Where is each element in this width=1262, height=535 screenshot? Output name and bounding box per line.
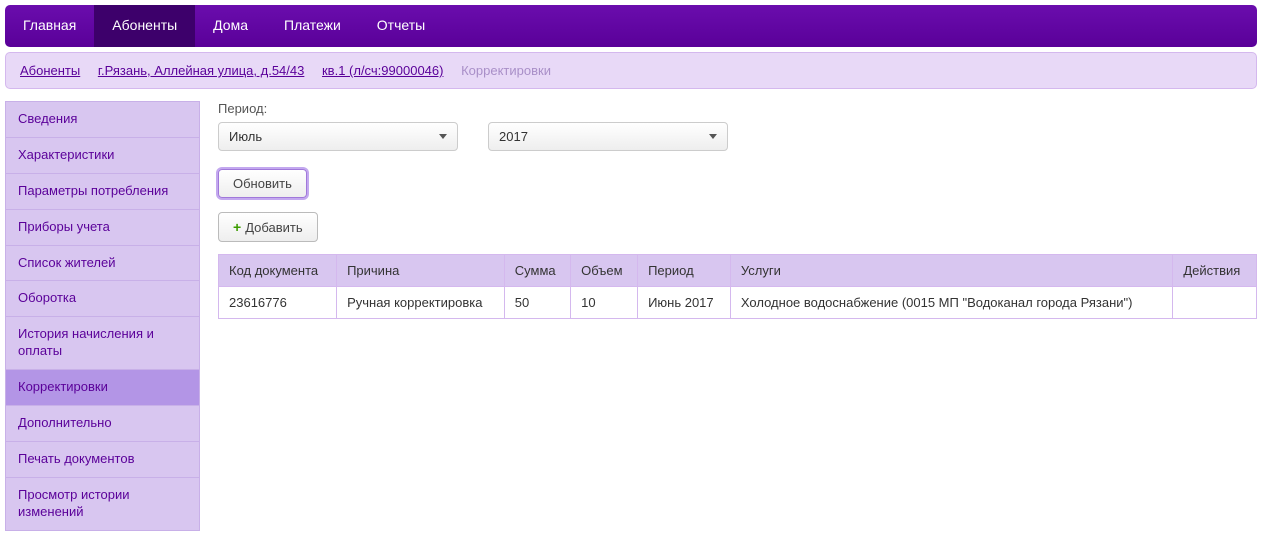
period-label: Период:	[218, 101, 1257, 116]
cell-sum: 50	[504, 287, 570, 319]
chevron-down-icon	[709, 134, 717, 139]
sidebar: Сведения Характеристики Параметры потреб…	[5, 101, 200, 530]
cell-period: Июнь 2017	[638, 287, 731, 319]
nav-item-houses[interactable]: Дома	[195, 5, 266, 47]
breadcrumb-current: Корректировки	[461, 63, 551, 78]
cell-service: Холодное водоснабжение (0015 МП "Водокан…	[730, 287, 1172, 319]
refresh-button-label: Обновить	[233, 176, 292, 191]
cell-reason: Ручная корректировка	[337, 287, 505, 319]
sidebar-item-info[interactable]: Сведения	[5, 101, 200, 138]
cell-actions	[1173, 287, 1257, 319]
sidebar-item-characteristics[interactable]: Характеристики	[5, 137, 200, 174]
refresh-button[interactable]: Обновить	[218, 169, 307, 198]
nav-item-reports[interactable]: Отчеты	[359, 5, 443, 47]
chevron-down-icon	[439, 134, 447, 139]
sidebar-item-turnover[interactable]: Оборотка	[5, 280, 200, 317]
month-value: Июль	[229, 129, 262, 144]
breadcrumb-link-address[interactable]: г.Рязань, Аллейная улица, д.54/43	[98, 63, 305, 78]
top-nav: Главная Абоненты Дома Платежи Отчеты	[5, 5, 1257, 47]
sidebar-item-residents[interactable]: Список жителей	[5, 245, 200, 282]
nav-item-subscribers[interactable]: Абоненты	[94, 5, 195, 47]
breadcrumb: Абоненты г.Рязань, Аллейная улица, д.54/…	[5, 52, 1257, 89]
col-code: Код документа	[219, 255, 337, 287]
sidebar-item-meters[interactable]: Приборы учета	[5, 209, 200, 246]
breadcrumb-link-subscribers[interactable]: Абоненты	[20, 63, 80, 78]
sidebar-item-history[interactable]: История начисления и оплаты	[5, 316, 200, 370]
sidebar-item-consumption[interactable]: Параметры потребления	[5, 173, 200, 210]
plus-icon: +	[233, 219, 241, 235]
table-row: 23616776 Ручная корректировка 50 10 Июнь…	[219, 287, 1257, 319]
breadcrumb-link-account[interactable]: кв.1 (л/сч:99000046)	[322, 63, 443, 78]
col-volume: Объем	[571, 255, 638, 287]
col-reason: Причина	[337, 255, 505, 287]
month-select[interactable]: Июль	[218, 122, 458, 151]
year-select[interactable]: 2017	[488, 122, 728, 151]
cell-code: 23616776	[219, 287, 337, 319]
nav-item-payments[interactable]: Платежи	[266, 5, 359, 47]
cell-volume: 10	[571, 287, 638, 319]
col-period: Период	[638, 255, 731, 287]
adjustments-table: Код документа Причина Сумма Объем Период…	[218, 254, 1257, 319]
col-sum: Сумма	[504, 255, 570, 287]
sidebar-item-print[interactable]: Печать документов	[5, 441, 200, 478]
content: Период: Июль 2017 Обновить + Добавить	[218, 101, 1257, 530]
nav-item-main[interactable]: Главная	[5, 5, 94, 47]
col-actions: Действия	[1173, 255, 1257, 287]
add-button-label: Добавить	[245, 220, 302, 235]
sidebar-item-adjustments[interactable]: Корректировки	[5, 369, 200, 406]
year-value: 2017	[499, 129, 528, 144]
col-service: Услуги	[730, 255, 1172, 287]
add-button[interactable]: + Добавить	[218, 212, 318, 242]
sidebar-item-additional[interactable]: Дополнительно	[5, 405, 200, 442]
